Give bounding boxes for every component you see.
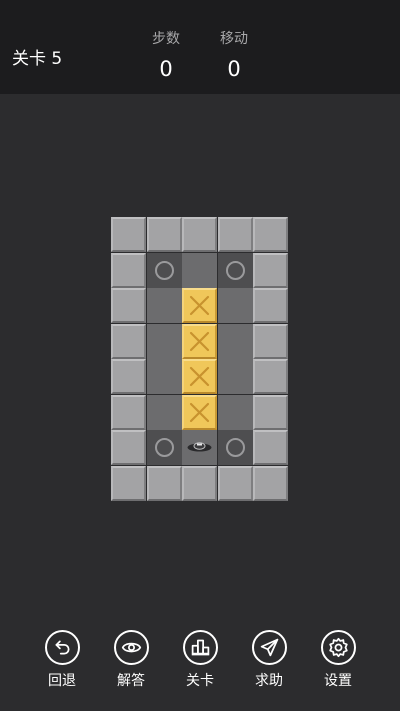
eye-icon [113, 630, 149, 665]
help-label: 求助 [255, 673, 283, 689]
solution-button[interactable]: 解答 [101, 630, 161, 690]
goal-tile [146, 252, 182, 288]
floor-tile [182, 252, 217, 288]
floor-tile [217, 323, 253, 359]
floor-tile [217, 288, 253, 323]
wall-tile [253, 359, 288, 394]
paper-plane-icon [251, 630, 287, 665]
wall-tile [253, 430, 288, 465]
player-icon [187, 442, 212, 452]
wall-tile [111, 394, 146, 430]
goal-ring-icon [225, 438, 245, 457]
goal-ring-icon [225, 260, 245, 280]
steps-stat: 步数 0 [136, 28, 196, 81]
wall-tile [182, 217, 217, 252]
goal-tile [217, 252, 253, 288]
wall-tile [253, 394, 288, 430]
levels-icon [182, 630, 218, 665]
bottom-toolbar: 回退 解答 关卡 求助 设置 [0, 630, 400, 700]
steps-value: 0 [159, 57, 173, 81]
wall-tile [146, 217, 182, 252]
game-board[interactable] [111, 217, 289, 501]
wall-tile [253, 252, 288, 288]
moves-stat: 移动 0 [204, 28, 264, 81]
goal-ring-icon [154, 260, 174, 280]
floor-tile [146, 394, 182, 430]
wall-tile [253, 217, 288, 252]
wall-tile [217, 465, 253, 501]
undo-label: 回退 [48, 673, 76, 689]
help-button[interactable]: 求助 [239, 630, 299, 690]
crate-tile [182, 288, 217, 323]
steps-label: 步数 [152, 31, 180, 47]
wall-tile [111, 465, 146, 501]
header-bar: 关卡 5 步数 0 移动 0 [0, 0, 400, 94]
wall-tile [253, 288, 288, 323]
wall-tile [111, 359, 146, 394]
goal-tile [146, 430, 182, 465]
wall-tile [217, 217, 253, 252]
solution-label: 解答 [117, 673, 145, 689]
moves-label: 移动 [220, 31, 248, 47]
player-tile [182, 430, 217, 465]
settings-button[interactable]: 设置 [308, 630, 368, 690]
undo-button[interactable]: 回退 [32, 630, 92, 690]
wall-tile [253, 465, 288, 501]
wall-tile [146, 465, 182, 501]
wall-tile [111, 288, 146, 323]
floor-tile [146, 323, 182, 359]
crate-tile [182, 394, 217, 430]
undo-icon [44, 630, 80, 665]
wall-tile [182, 465, 217, 501]
wall-tile [111, 430, 146, 465]
level-title: 关卡 5 [12, 49, 63, 69]
wall-tile [111, 323, 146, 359]
levels-button[interactable]: 关卡 [170, 630, 230, 690]
gear-icon [320, 630, 356, 665]
settings-label: 设置 [324, 673, 352, 689]
floor-tile [217, 394, 253, 430]
levels-label: 关卡 [186, 673, 214, 689]
floor-tile [217, 359, 253, 394]
moves-value: 0 [227, 57, 241, 81]
goal-tile [217, 430, 253, 465]
floor-tile [146, 288, 182, 323]
crate-tile [182, 359, 217, 394]
wall-tile [111, 217, 146, 252]
floor-tile [146, 359, 182, 394]
wall-tile [111, 252, 146, 288]
goal-ring-icon [154, 438, 174, 457]
wall-tile [253, 323, 288, 359]
crate-tile [182, 323, 217, 359]
